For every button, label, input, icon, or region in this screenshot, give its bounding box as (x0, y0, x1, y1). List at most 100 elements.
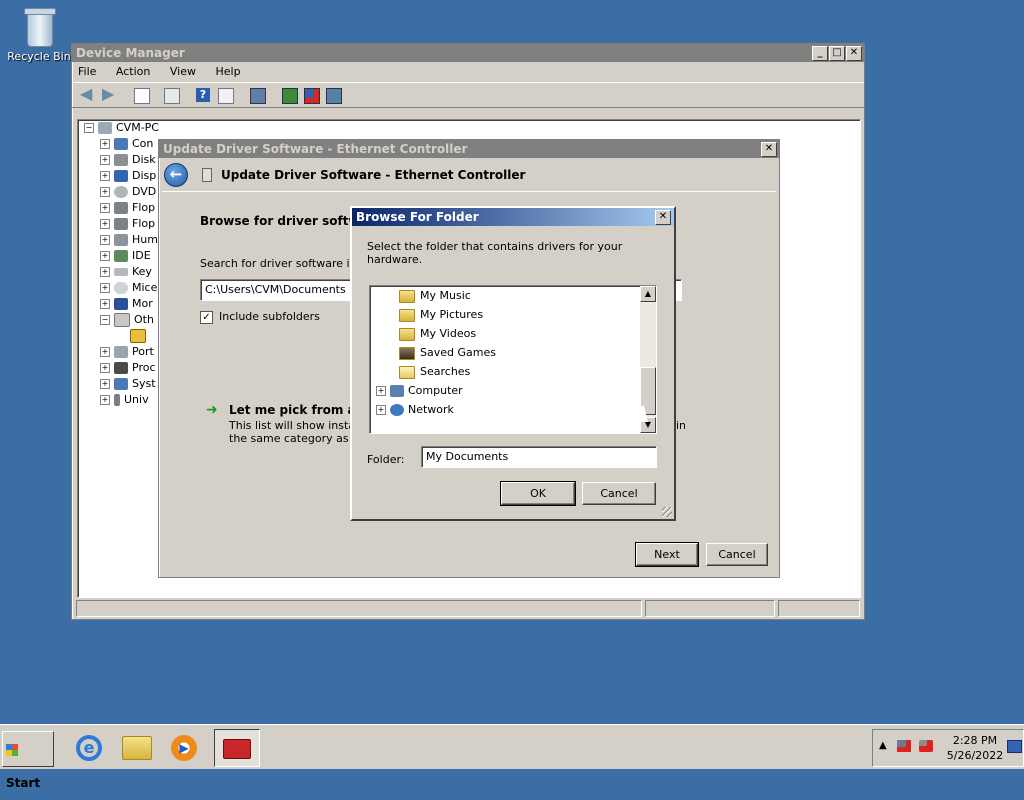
show-hidden-icons-icon[interactable]: ▲ (879, 740, 887, 751)
help-icon[interactable]: ? (196, 88, 210, 102)
minimize-button[interactable]: _ (812, 46, 828, 61)
expand-icon[interactable]: + (376, 386, 386, 396)
scan-hardware-icon[interactable] (250, 88, 266, 104)
close-button[interactable]: ✕ (761, 142, 777, 157)
menu-file[interactable]: File (78, 65, 96, 78)
folder-tree[interactable]: My Music My Pictures My Videos Saved Gam… (369, 285, 657, 434)
view-icon[interactable] (218, 88, 234, 104)
hid-icon (114, 234, 128, 246)
tree-item-processors[interactable]: + Proc (100, 360, 156, 376)
device-manager-task-icon[interactable] (214, 729, 260, 767)
internet-explorer-icon[interactable]: e (72, 731, 106, 765)
tree-item-controllers[interactable]: + Con (100, 136, 153, 152)
folder-item[interactable]: My Pictures (399, 305, 483, 324)
music-folder-icon (399, 289, 415, 303)
update-driver-icon[interactable] (282, 88, 298, 104)
expand-icon[interactable]: + (100, 155, 110, 165)
expand-icon[interactable]: + (100, 251, 110, 261)
expand-icon[interactable]: + (100, 235, 110, 245)
expand-icon[interactable]: + (100, 299, 110, 309)
port-icon (114, 346, 128, 358)
tree-item-display[interactable]: + Disp (100, 168, 156, 184)
media-player-icon[interactable]: ▶ (167, 731, 201, 765)
cancel-button[interactable]: Cancel (706, 543, 768, 566)
folder-item[interactable]: My Music (399, 286, 471, 305)
volume-muted-icon[interactable] (919, 740, 933, 752)
expand-icon[interactable]: + (100, 139, 110, 149)
include-subfolders-checkbox[interactable]: ✓ Include subfolders (200, 310, 320, 324)
wizard-header: ← Update Driver Software - Ethernet Cont… (160, 159, 778, 191)
browse-folder-titlebar[interactable]: Browse For Folder ✕ (352, 208, 674, 226)
collapse-icon[interactable]: − (84, 123, 94, 133)
ok-button[interactable]: OK (500, 481, 576, 506)
device-category-icon (114, 138, 128, 150)
show-desktop-icon[interactable] (1007, 740, 1022, 753)
folder-item[interactable]: Saved Games (399, 343, 496, 362)
collapse-icon[interactable]: − (100, 315, 110, 325)
tree-item-keyboards[interactable]: + Key (100, 264, 152, 280)
network-icon (390, 404, 404, 416)
other-devices-icon (114, 313, 130, 327)
network-status-icon[interactable] (897, 740, 911, 752)
clock-date: 5/26/2022 (946, 749, 1004, 762)
tree-item-mice[interactable]: + Mice (100, 280, 157, 296)
tree-item-ports[interactable]: + Port (100, 344, 154, 360)
expand-icon[interactable]: + (100, 363, 110, 373)
resize-grip-icon[interactable] (662, 507, 672, 517)
uninstall-icon[interactable] (304, 88, 320, 104)
disable-device-icon[interactable] (326, 88, 342, 104)
tree-item-system[interactable]: + Syst (100, 376, 156, 392)
tree-item-floppy-controller[interactable]: + Flop (100, 200, 155, 216)
folder-item[interactable]: + Network (376, 400, 454, 419)
close-button[interactable]: ✕ (655, 210, 671, 225)
expand-icon[interactable]: + (100, 267, 110, 277)
system-devices-icon (114, 378, 128, 390)
close-button[interactable]: ✕ (846, 46, 862, 61)
forward-arrow-icon[interactable]: ▶ (102, 86, 116, 102)
disk-drive-icon (114, 154, 128, 166)
expand-icon[interactable]: + (100, 171, 110, 181)
tree-root[interactable]: − CVM-PC (84, 120, 159, 136)
checkbox-checked-icon[interactable]: ✓ (200, 310, 213, 324)
green-arrow-icon: ➜ (206, 402, 218, 418)
menu-help[interactable]: Help (215, 65, 240, 78)
tree-item-ethernet-controller[interactable] (130, 328, 150, 344)
expand-icon[interactable]: + (376, 405, 386, 415)
recycle-bin[interactable]: Recycle Bin (6, 6, 72, 63)
next-button[interactable]: Next (635, 542, 699, 567)
tree-item-ide[interactable]: + IDE (100, 248, 151, 264)
tree-item-floppy-drive[interactable]: + Flop (100, 216, 155, 232)
tree-item-hid[interactable]: + Hum (100, 232, 158, 248)
maximize-button[interactable]: □ (829, 46, 845, 61)
folder-name-input[interactable]: My Documents (421, 446, 657, 468)
expand-icon[interactable]: + (100, 283, 110, 293)
expand-icon[interactable]: + (100, 347, 110, 357)
expand-icon[interactable]: + (100, 187, 110, 197)
properties-icon[interactable] (134, 88, 150, 104)
device-manager-titlebar[interactable]: Device Manager _ □ ✕ (72, 44, 864, 62)
folder-item[interactable]: + Computer (376, 381, 463, 400)
expand-icon[interactable]: + (100, 203, 110, 213)
folder-item[interactable]: My Videos (399, 324, 476, 343)
tree-item-usb[interactable]: + Univ (100, 392, 149, 408)
tree-item-disk[interactable]: + Disk (100, 152, 156, 168)
tree-item-monitors[interactable]: + Mor (100, 296, 153, 312)
menu-view[interactable]: View (170, 65, 196, 78)
update-driver-titlebar[interactable]: Update Driver Software - Ethernet Contro… (159, 140, 779, 158)
clock[interactable]: 2:28 PM 5/26/2022 (945, 733, 1005, 763)
cancel-button[interactable]: Cancel (582, 482, 656, 505)
tree-item-dvd[interactable]: + DVD (100, 184, 156, 200)
tree-item-other-devices[interactable]: − Oth (100, 312, 154, 328)
start-button[interactable]: Start (2, 731, 54, 790)
back-arrow-icon[interactable]: ← (164, 163, 188, 187)
expand-icon[interactable]: + (100, 395, 110, 405)
expand-icon[interactable]: + (100, 219, 110, 229)
folder-item[interactable]: Searches (399, 362, 470, 381)
expand-icon[interactable]: + (100, 379, 110, 389)
usb-icon (114, 394, 120, 406)
scroll-up-button[interactable]: ▲ (640, 286, 656, 302)
menu-action[interactable]: Action (116, 65, 150, 78)
back-arrow-icon[interactable]: ◀ (80, 86, 94, 102)
show-hide-tree-icon[interactable] (164, 88, 180, 104)
windows-explorer-icon[interactable] (120, 731, 154, 765)
